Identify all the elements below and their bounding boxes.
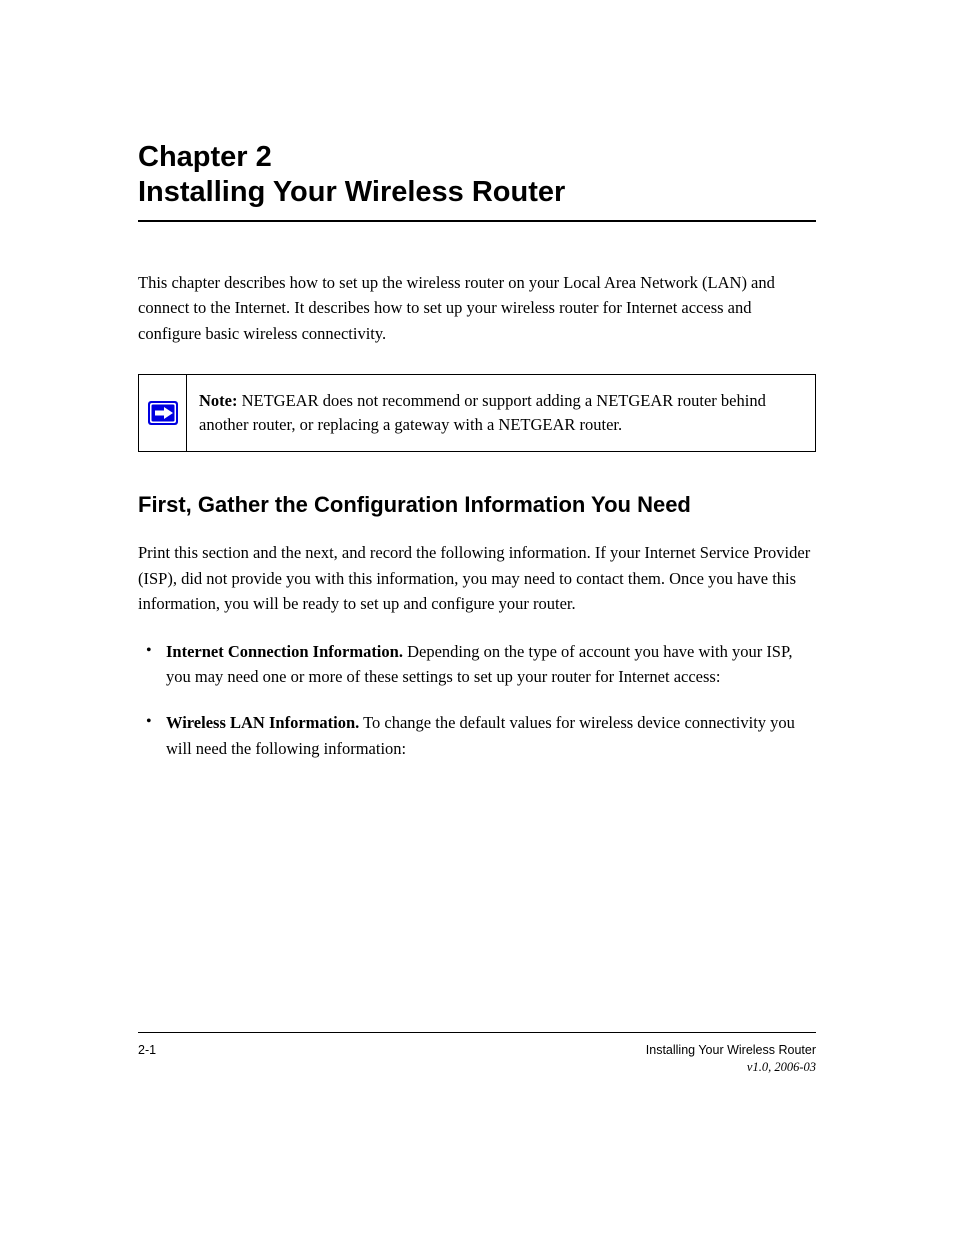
note-label: Note:: [199, 391, 237, 410]
footer-version: v1.0, 2006-03: [646, 1060, 816, 1075]
chapter-title: Chapter 2 Installing Your Wireless Route…: [138, 140, 816, 210]
footer-page-number: 2-1: [138, 1043, 156, 1057]
page-footer: 2-1 Installing Your Wireless Router v1.0…: [138, 1032, 816, 1075]
chapter-name: Installing Your Wireless Router: [138, 176, 565, 208]
bullet-title: Wireless LAN Information.: [166, 713, 359, 732]
divider-top: [138, 220, 816, 222]
bullet-list: Internet Connection Information. Dependi…: [138, 639, 816, 761]
arrow-right-icon: [148, 401, 178, 425]
note-body: NETGEAR does not recommend or support ad…: [199, 391, 766, 434]
bullet-title: Internet Connection Information.: [166, 642, 403, 661]
list-item: Wireless LAN Information. To change the …: [138, 710, 816, 761]
note-text: Note: NETGEAR does not recommend or supp…: [187, 375, 815, 451]
note-box: Note: NETGEAR does not recommend or supp…: [138, 374, 816, 452]
chapter-number: Chapter 2: [138, 141, 272, 173]
intro-paragraph: This chapter describes how to set up the…: [138, 270, 816, 347]
note-icon-cell: [139, 375, 187, 451]
list-item: Internet Connection Information. Dependi…: [138, 639, 816, 690]
footer-section-title: Installing Your Wireless Router: [646, 1043, 816, 1057]
section-heading: First, Gather the Configuration Informat…: [138, 492, 816, 518]
divider-bottom: [138, 1032, 816, 1033]
section-paragraph: Print this section and the next, and rec…: [138, 540, 816, 617]
